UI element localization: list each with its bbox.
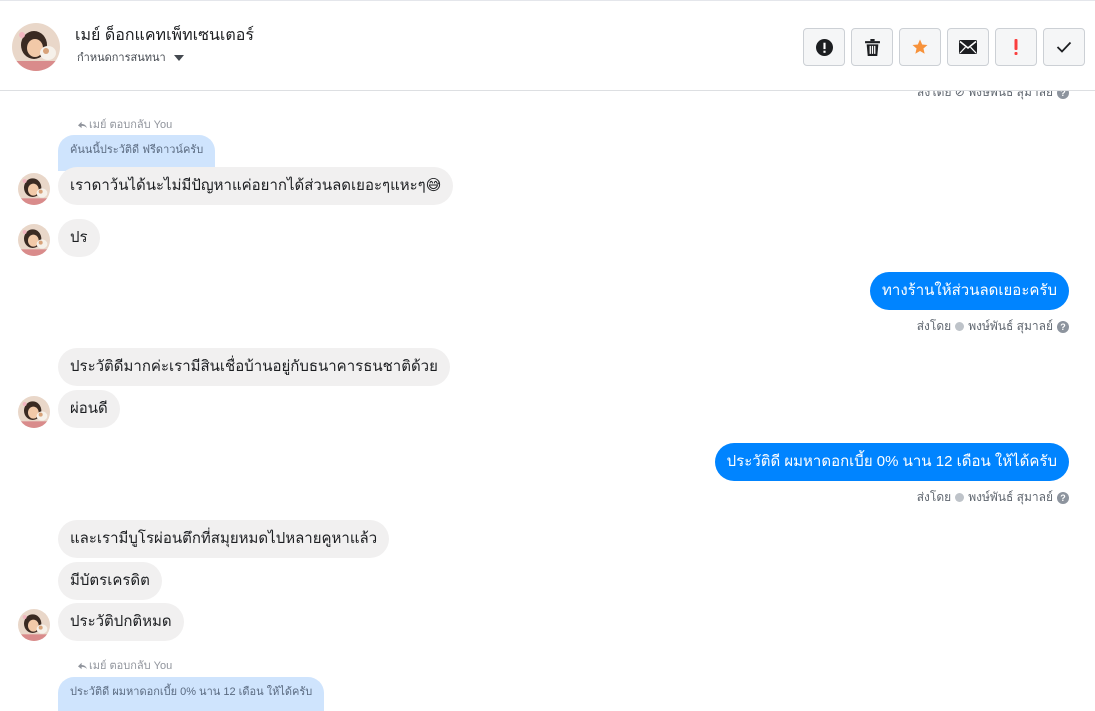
help-icon[interactable]: ? bbox=[1057, 91, 1069, 99]
incoming-message[interactable]: ปร bbox=[58, 219, 100, 257]
quoted-message[interactable]: ประวัติดี ผมหาดอกเบี้ย 0% นาน 12 เดือน ใ… bbox=[58, 677, 325, 711]
incoming-message[interactable]: เราดาว้นได้นะไม่มีปัญหาแค่อยากได้ส่วนลดเ… bbox=[58, 167, 454, 205]
alert-circle-icon bbox=[815, 38, 833, 56]
mark-done-button[interactable] bbox=[1043, 28, 1085, 66]
delete-button[interactable] bbox=[851, 28, 893, 66]
sent-by-line: ส่งโดย พงษ์พันธ์ สุมาลย์ ? bbox=[917, 488, 1069, 507]
outgoing-message[interactable]: ประวัติดี ผมหาดอกเบี้ย 0% นาน 12 เดือน ใ… bbox=[714, 443, 1069, 481]
reply-indicator: เมย์ ตอบกลับ You bbox=[78, 115, 172, 133]
reply-label-text: เมย์ ตอบกลับ You bbox=[89, 660, 173, 672]
reply-indicator: เมย์ ตอบกลับ You bbox=[78, 656, 172, 674]
assign-label: กำหนดการสนทนา bbox=[77, 52, 166, 64]
reply-arrow-icon bbox=[78, 662, 87, 669]
sender-avatar[interactable] bbox=[18, 224, 50, 256]
quoted-message[interactable]: คันนนี้ประวัติดี ฟรีดาวน์ครับ bbox=[58, 135, 216, 171]
exclamation-icon bbox=[1014, 39, 1018, 55]
star-icon bbox=[912, 39, 928, 54]
check-icon bbox=[1056, 41, 1072, 53]
sent-by-prefix: ส่งโดย bbox=[916, 490, 952, 504]
help-icon[interactable]: ? bbox=[1057, 491, 1069, 504]
message-thread[interactable]: ส่งโดย ⊘ พงษ์พันธ์ สุมาลย์ ? เมย์ ตอบกลั… bbox=[0, 91, 1095, 711]
incoming-message[interactable]: ประวัติดีมากค่ะเรามีสินเชื่อบ้านอยู่กับธ… bbox=[58, 348, 450, 386]
sender-avatar[interactable] bbox=[18, 396, 50, 428]
reply-label-text: เมย์ ตอบกลับ You bbox=[89, 119, 173, 131]
contact-avatar[interactable] bbox=[12, 23, 60, 71]
sender-name: พงษ์พันธ์ สุมาลย์ bbox=[968, 490, 1053, 504]
star-button[interactable] bbox=[899, 28, 941, 66]
sent-by-line: ส่งโดย พงษ์พันธ์ สุมาลย์ ? bbox=[917, 317, 1069, 336]
envelope-icon bbox=[959, 40, 977, 54]
sent-by-text: ส่งโดย ⊘ พงษ์พันธ์ สุมาลย์ bbox=[917, 91, 1053, 99]
incoming-message[interactable]: ประวัติปกติหมด bbox=[58, 603, 184, 641]
outgoing-message[interactable]: ทางร้านให้ส่วนลดเยอะครับ bbox=[870, 272, 1069, 310]
mark-spam-button[interactable] bbox=[803, 28, 845, 66]
trash-icon bbox=[864, 38, 880, 56]
conversation-header: เมย์ ด็อกแคทเพ็ทเซนเตอร์ กำหนดการสนทนา bbox=[0, 0, 1095, 91]
conversation-actions bbox=[803, 28, 1085, 66]
sent-status-icon bbox=[955, 493, 965, 502]
sender-name: พงษ์พันธ์ สุมาลย์ bbox=[968, 319, 1053, 333]
sent-by-line-partial: ส่งโดย ⊘ พงษ์พันธ์ สุมาลย์ ? bbox=[917, 91, 1069, 102]
mark-unread-button[interactable] bbox=[947, 28, 989, 66]
assign-conversation-dropdown[interactable]: กำหนดการสนทนา bbox=[77, 48, 184, 66]
caret-down-icon bbox=[173, 55, 184, 61]
follow-up-button[interactable] bbox=[995, 28, 1037, 66]
sent-status-icon bbox=[955, 322, 965, 331]
incoming-message[interactable]: และเรามีบูโรผ่อนตึกที่สมุยหมดไปหลายคูหาแ… bbox=[58, 520, 390, 558]
reply-arrow-icon bbox=[78, 121, 87, 128]
incoming-message[interactable]: ผ่อนดี bbox=[58, 390, 120, 428]
incoming-message[interactable]: มีบัตรเครดิต bbox=[58, 562, 162, 600]
sender-avatar[interactable] bbox=[18, 173, 50, 205]
help-icon[interactable]: ? bbox=[1057, 320, 1069, 333]
sender-avatar[interactable] bbox=[18, 609, 50, 641]
sent-by-prefix: ส่งโดย bbox=[916, 319, 952, 333]
contact-name[interactable]: เมย์ ด็อกแคทเพ็ทเซนเตอร์ bbox=[75, 23, 254, 48]
